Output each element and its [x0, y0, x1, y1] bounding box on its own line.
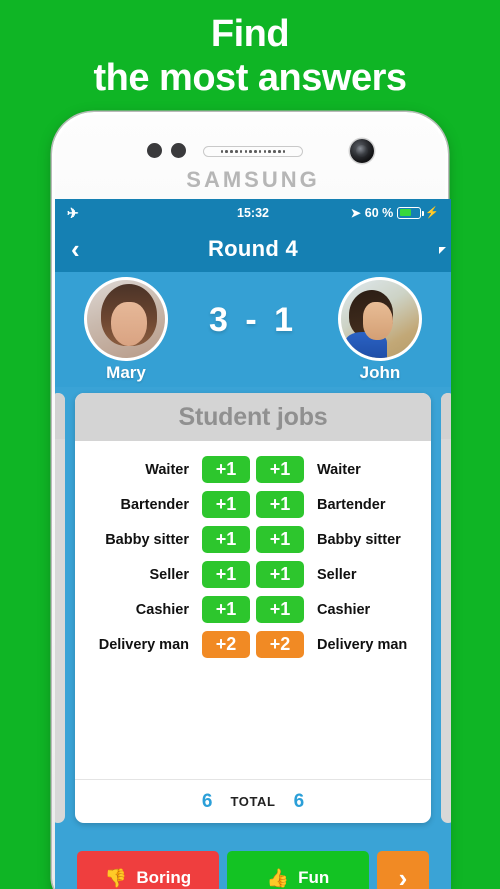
answer-label-left: Delivery man: [98, 636, 189, 653]
page-title: Round 4: [207, 236, 299, 261]
answer-row: Delivery man +2 +2 Delivery man: [91, 628, 415, 661]
promo-line-2: the most answers: [93, 57, 408, 99]
earpiece-speaker-icon: [203, 146, 303, 157]
action-bar: 👍 Boring 👍 Fun ›: [55, 845, 451, 889]
boring-button[interactable]: 👍 Boring: [77, 851, 219, 889]
card-total-row: 6 TOTAL 6: [75, 779, 431, 823]
answer-row: Seller +1 +1 Seller: [91, 558, 415, 591]
charging-bolt-icon: ⚡: [425, 207, 439, 219]
thumbs-up-icon: 👍: [266, 868, 290, 888]
player-right-name: John: [359, 362, 401, 382]
answer-label-right: Waiter: [317, 461, 361, 478]
device-brand-label: SAMSUNG: [186, 167, 320, 192]
promo-headline: Find the most answers: [0, 0, 500, 112]
boring-button-label: Boring: [136, 868, 192, 887]
answer-badge-left: +1: [202, 596, 250, 623]
proximity-sensor-icon: [147, 143, 162, 158]
total-label: TOTAL: [230, 794, 276, 809]
answer-label-left: Babby sitter: [105, 531, 189, 548]
answer-label-left: Cashier: [135, 601, 189, 618]
answer-badge-right: +1: [256, 456, 304, 483]
status-bar-right: ➤ 60 % ⚡: [315, 206, 439, 220]
phone-bezel: SAMSUNG ✈ 15:32 ➤ 60 % ⚡ ‹ Round 4 Mary …: [55, 115, 451, 889]
players-scoreboard: Mary 3 - 1 John: [55, 272, 451, 387]
player-right[interactable]: John: [331, 276, 429, 383]
answer-badge-left: +1: [202, 456, 250, 483]
answer-rows: Waiter +1 +1 Waiter Bartender +1 +1 Bartender Ba…: [75, 441, 431, 779]
app-screen: ✈ 15:32 ➤ 60 % ⚡ ‹ Round 4 Mary 3 - 1 Jo…: [55, 199, 451, 889]
answer-badge-right: +1: [256, 526, 304, 553]
answer-badge-right: +2: [256, 631, 304, 658]
battery-percent-label: 60 %: [364, 205, 394, 220]
status-bar-left: ✈: [67, 206, 191, 220]
answer-badge-left: +1: [202, 526, 250, 553]
card-title: Student jobs: [75, 393, 431, 441]
answer-badge-right: +1: [256, 596, 304, 623]
nav-bar: ‹ Round 4: [55, 226, 451, 272]
next-button[interactable]: ›: [377, 851, 429, 889]
answer-badge-left: +1: [202, 491, 250, 518]
answer-badge-left: +2: [202, 631, 250, 658]
answer-label-right: Bartender: [317, 496, 386, 513]
player-left-name: Mary: [106, 362, 146, 382]
answer-label-left: Bartender: [120, 496, 190, 513]
light-sensor-icon: [171, 143, 186, 158]
sensor-dots: [147, 143, 186, 158]
status-bar-time: 15:32: [237, 205, 269, 220]
battery-icon: [397, 206, 425, 219]
answer-label-right: Cashier: [317, 601, 371, 618]
answer-row: Waiter +1 +1 Waiter: [91, 453, 415, 486]
answer-row: Cashier +1 +1 Cashier: [91, 593, 415, 626]
answer-label-right: Babby sitter: [317, 531, 401, 548]
answer-badge-right: +1: [256, 491, 304, 518]
total-right-value: 6: [293, 790, 305, 812]
answers-card: Student jobs Waiter +1 +1 Waiter Bartender +1…: [75, 393, 431, 823]
answer-row: Babby sitter +1 +1 Babby sitter: [91, 523, 415, 556]
total-left-value: 6: [201, 790, 213, 812]
answer-label-left: Seller: [149, 566, 190, 583]
answer-row: Bartender +1 +1 Bartender: [91, 488, 415, 521]
carousel-peek-previous[interactable]: [55, 393, 65, 823]
answer-badge-left: +1: [202, 561, 250, 588]
fun-button[interactable]: 👍 Fun: [227, 851, 369, 889]
answer-label-right: Seller: [317, 566, 357, 583]
fun-button-label: Fun: [298, 868, 330, 887]
promo-line-1: Find: [210, 13, 290, 55]
player-left[interactable]: Mary: [77, 276, 175, 383]
chevron-right-icon: ›: [398, 862, 408, 889]
front-camera-icon: [350, 139, 374, 163]
thumbs-down-icon: 👍: [104, 868, 128, 888]
location-arrow-icon: ➤: [350, 205, 361, 220]
airplane-mode-icon: ✈: [67, 204, 79, 221]
battery-fill: [399, 208, 412, 217]
carousel-peek-next[interactable]: [441, 393, 451, 823]
score-display: 3 - 1: [208, 301, 298, 339]
answer-label-left: Waiter: [145, 461, 189, 478]
card-carousel[interactable]: Student jobs Waiter +1 +1 Waiter Bartender +1…: [55, 387, 451, 832]
answer-label-right: Delivery man: [317, 636, 408, 653]
status-bar: ✈ 15:32 ➤ 60 % ⚡: [55, 199, 451, 226]
avatar[interactable]: [337, 276, 422, 361]
avatar[interactable]: [84, 276, 168, 361]
phone-device: SAMSUNG ✈ 15:32 ➤ 60 % ⚡ ‹ Round 4 Mary …: [52, 112, 451, 889]
answer-badge-right: +1: [256, 561, 304, 588]
